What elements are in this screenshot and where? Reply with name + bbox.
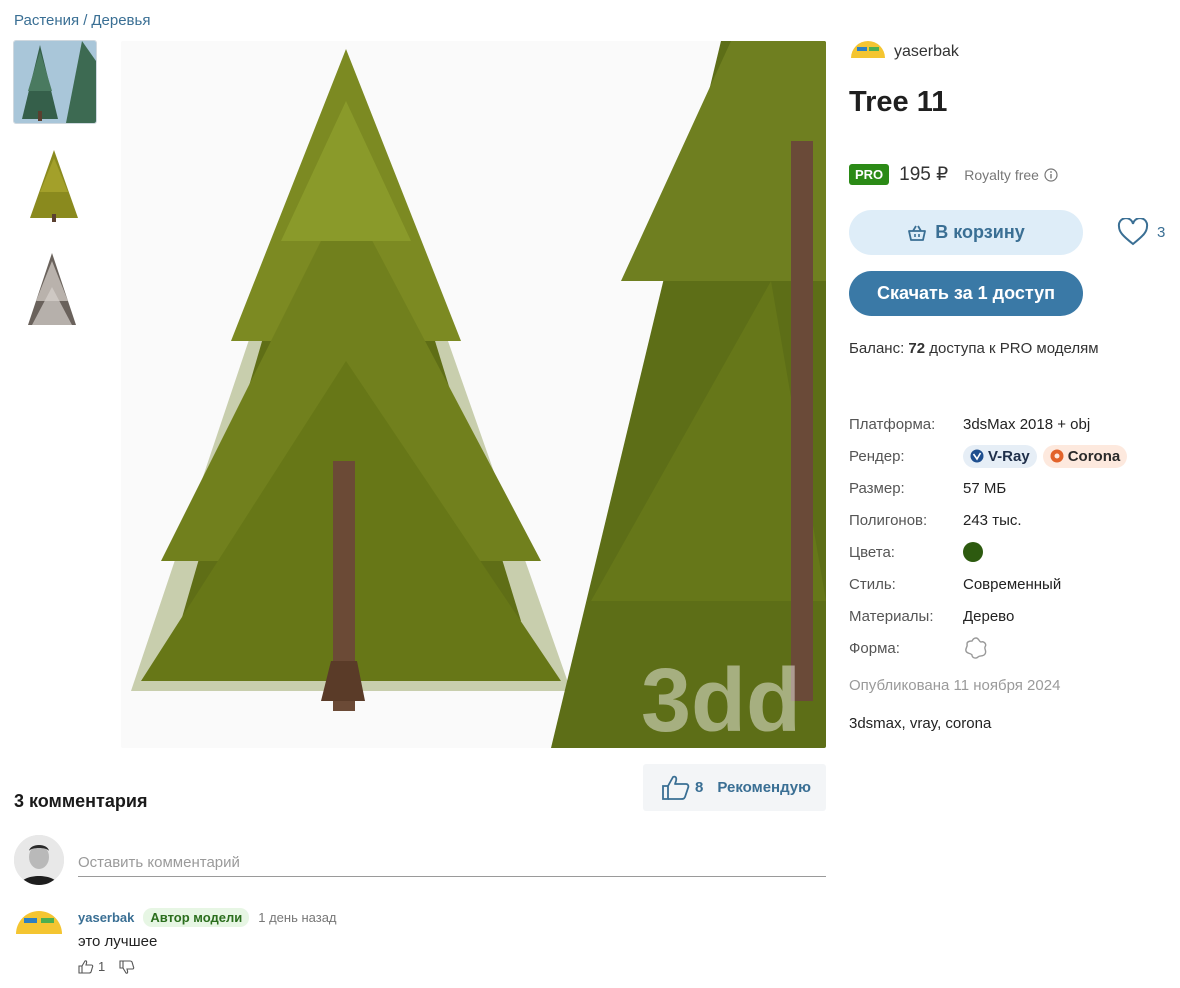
color-swatch[interactable] [963, 542, 983, 562]
watermark: 3dd [641, 651, 801, 748]
price-row: PRO 195 ₽ Royalty free [849, 163, 1058, 186]
author-row[interactable]: yaserbak [849, 40, 1169, 64]
add-to-cart-label: В корзину [935, 222, 1025, 242]
tags[interactable]: 3dsmax, vray, corona [849, 715, 991, 732]
main-product-image[interactable]: 3dd [121, 41, 826, 748]
comment-like-button[interactable]: 1 [78, 959, 105, 974]
breadcrumb-plants-link[interactable]: Растения [14, 12, 79, 29]
vray-icon [970, 449, 984, 463]
balance-prefix: Баланс: [849, 340, 905, 357]
basket-icon [908, 225, 927, 241]
spec-label: Рендер: [849, 447, 905, 465]
comments-title: 3 комментария [14, 791, 148, 811]
balance-info: Баланс: 72 доступа к PRO моделям [849, 340, 1099, 357]
spec-value [963, 636, 989, 660]
heart-icon [1117, 218, 1149, 246]
comment-form [14, 835, 826, 885]
info-icon[interactable] [1044, 167, 1058, 182]
spec-size: Размер: 57 МБ [849, 472, 1169, 504]
thumbnail-3[interactable] [14, 247, 96, 329]
spec-value [963, 542, 983, 562]
corona-badge[interactable]: Corona [1042, 444, 1128, 468]
spec-colors: Цвета: [849, 536, 1169, 568]
current-user-avatar[interactable] [14, 835, 64, 885]
spec-value[interactable]: Современный [963, 576, 1061, 593]
spec-platform: Платформа: 3dsMax 2018 + obj [849, 408, 1169, 440]
spec-label: Форма: [849, 639, 900, 657]
product-title: Tree 11 [849, 86, 948, 118]
spec-label: Размер: [849, 479, 905, 497]
recommend-button[interactable]: 8 Рекомендую [643, 764, 826, 811]
spec-materials: Материалы: Дерево [849, 600, 1169, 632]
breadcrumb: Растения / Деревья [14, 12, 150, 29]
balance-suffix: доступа к PRO моделям [929, 340, 1099, 357]
comment-input[interactable] [78, 849, 826, 877]
shape-icon[interactable] [963, 636, 989, 660]
comment-dislike-button[interactable] [119, 959, 135, 974]
pro-badge: PRO [849, 164, 890, 185]
recommend-count: 8 [695, 779, 704, 796]
vray-badge[interactable]: V-Ray [963, 444, 1037, 468]
spec-label: Платформа: [849, 415, 936, 433]
like-count: 3 [1157, 223, 1166, 241]
specs-list: Платформа: 3dsMax 2018 + obj Рендер: V-R… [849, 408, 1169, 664]
like-button[interactable]: 3 [1117, 218, 1165, 246]
product-info-panel: yaserbak Tree 11 PRO 195 ₽ Royalty free … [849, 40, 1169, 732]
comment-text: это лучшее [78, 933, 158, 950]
corona-label: Corona [1067, 447, 1121, 465]
spec-value: V-Ray Corona [963, 444, 1133, 468]
license-text: Royalty free [964, 166, 1039, 183]
spec-label: Цвета: [849, 543, 895, 561]
spec-value: 57 МБ [963, 479, 1007, 497]
thumbnail-1[interactable] [13, 40, 97, 124]
comment-like-count: 1 [98, 959, 106, 974]
spec-label: Полигонов: [849, 511, 928, 529]
spec-render: Рендер: V-Ray Corona [849, 440, 1169, 472]
thumbnail-list [13, 40, 97, 350]
spec-shape: Форма: [849, 632, 1169, 664]
thumbs-up-icon [662, 775, 690, 800]
author-logo [851, 41, 885, 63]
spec-value[interactable]: Дерево [963, 608, 1014, 625]
comment-time: 1 день назад [258, 910, 337, 925]
comment-header: yaserbak Автор модели 1 день назад [78, 908, 337, 927]
spec-value: 3dsMax 2018 + obj [963, 415, 1091, 433]
download-button[interactable]: Скачать за 1 доступ [849, 271, 1083, 316]
thumbnail-2[interactable] [14, 144, 96, 226]
author-name[interactable]: yaserbak [894, 43, 959, 61]
recommend-label: Рекомендую [717, 779, 811, 796]
model-author-badge: Автор модели [143, 908, 250, 927]
spec-polygons: Полигонов: 243 тыс. [849, 504, 1169, 536]
add-to-cart-button[interactable]: В корзину [849, 210, 1083, 255]
breadcrumb-separator: / [83, 12, 88, 29]
published-date: Опубликована 11 ноября 2024 [849, 677, 1061, 694]
vray-label: V-Ray [988, 447, 1030, 465]
spec-label: Материалы: [849, 607, 934, 625]
thumbs-up-icon [78, 959, 94, 974]
price: 195 ₽ [899, 164, 949, 185]
balance-count: 72 [908, 340, 926, 357]
comment-author[interactable]: yaserbak [78, 910, 134, 925]
comment-actions: 1 [78, 959, 135, 974]
download-label: Скачать за 1 доступ [877, 283, 1055, 303]
comment-author-avatar[interactable] [14, 906, 64, 946]
thumbs-down-icon [119, 959, 135, 974]
spec-value: 243 тыс. [963, 511, 1022, 529]
corona-icon [1050, 449, 1064, 463]
spec-label: Стиль: [849, 575, 896, 593]
spec-style: Стиль: Современный [849, 568, 1169, 600]
license-label: Royalty free [964, 167, 1058, 183]
breadcrumb-trees-link[interactable]: Деревья [91, 12, 150, 29]
